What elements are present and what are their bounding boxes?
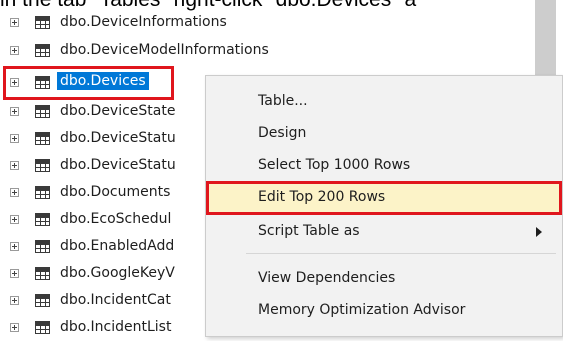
menu-item-label: Memory Optimization Advisor [258,302,466,318]
tree-item-label: dbo.IncidentList [60,319,172,335]
table-icon [35,159,50,172]
tree-item-deviceinformations[interactable]: dbo.DeviceInformations [0,10,540,36]
tree-item-label: dbo.EnabledAdd [60,238,175,254]
expand-plus-icon[interactable] [10,46,19,55]
expand-plus-icon[interactable] [10,215,19,224]
tree-item-label: dbo.GoogleKeyV [60,265,175,281]
table-icon [35,105,50,118]
menu-item-label: Script Table as [258,223,360,239]
tree-item-label: dbo.IncidentCat [60,292,171,308]
expand-plus-icon[interactable] [10,296,19,305]
expand-plus-icon[interactable] [10,107,19,116]
edit-top-200-highlight-box [206,181,562,215]
expand-plus-icon[interactable] [10,269,19,278]
tree-item-label: dbo.DeviceStatu [60,157,176,173]
table-icon [35,267,50,280]
menu-item-label: Table... [258,93,308,109]
menu-item-table[interactable]: Table... [206,85,562,119]
menu-item-label: Select Top 1000 Rows [258,157,411,173]
menu-item-label: Design [258,125,307,141]
table-icon [35,44,50,57]
menu-separator [246,253,556,254]
expand-plus-icon[interactable] [10,161,19,170]
table-icon [35,132,50,145]
table-icon [35,16,50,29]
devices-highlight-box [3,66,174,100]
menu-item-view-dependencies[interactable]: View Dependencies [206,262,562,296]
table-icon [35,321,50,334]
table-icon [35,186,50,199]
tree-item-label: dbo.DeviceState [60,103,176,119]
expand-plus-icon[interactable] [10,323,19,332]
tree-item-label: dbo.DeviceInformations [60,14,227,30]
expand-plus-icon[interactable] [10,188,19,197]
context-menu: Table... Design Select Top 1000 Rows Edi… [205,75,563,337]
menu-item-label: View Dependencies [258,270,396,286]
tree-item-label: dbo.DeviceModelInformations [60,42,269,58]
tree-item-label: dbo.EcoSchedul [60,211,172,227]
table-icon [35,240,50,253]
expand-plus-icon[interactable] [10,134,19,143]
menu-item-script-table-as[interactable]: Script Table as [206,215,562,249]
submenu-arrow-icon [536,227,542,237]
menu-item-edit-top-200[interactable]: Edit Top 200 Rows [206,181,562,215]
expand-plus-icon[interactable] [10,18,19,27]
expand-plus-icon[interactable] [10,242,19,251]
table-icon [35,294,50,307]
tree-item-label: dbo.Documents [60,184,171,200]
menu-item-design[interactable]: Design [206,117,562,151]
tree-item-label: dbo.DeviceStatu [60,130,176,146]
menu-item-memory-optimization-advisor[interactable]: Memory Optimization Advisor [206,294,562,328]
tree-item-devicemodelinformations[interactable]: dbo.DeviceModelInformations [0,38,540,64]
menu-item-select-top-1000[interactable]: Select Top 1000 Rows [206,149,562,183]
table-icon [35,213,50,226]
